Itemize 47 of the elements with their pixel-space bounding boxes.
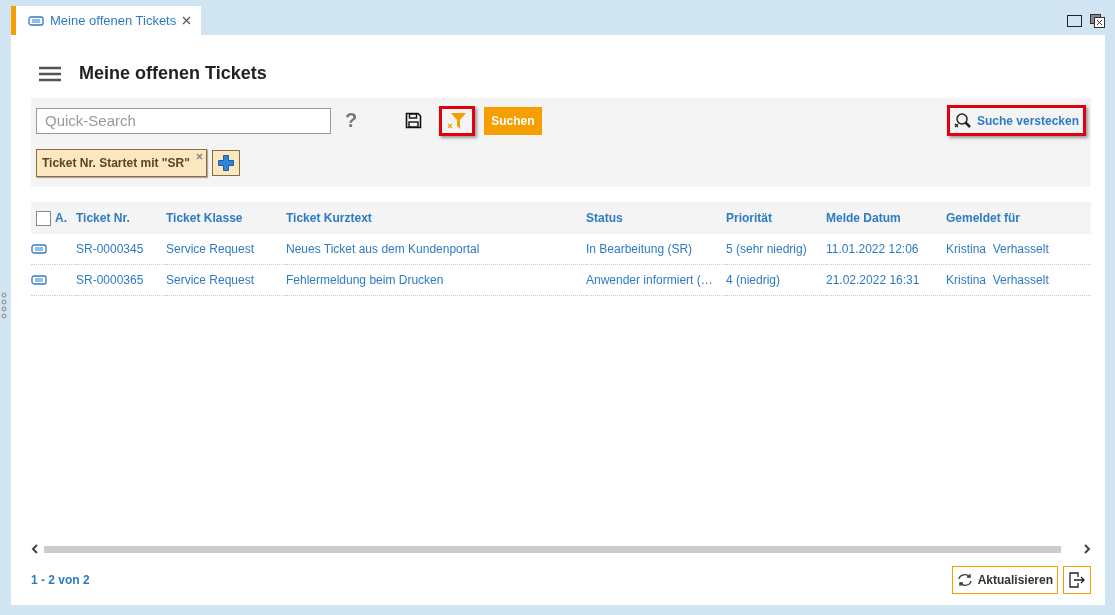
quick-search-field[interactable]: Quick-Search [36,107,331,134]
table-cell: Kristina Verhasselt [946,273,1049,287]
select-all-checkbox[interactable] [36,210,51,226]
search-remove-icon [953,112,972,129]
ticket-icon [28,15,44,26]
table-cell: 5 (sehr niedrig) [726,242,807,256]
clear-filter-button[interactable] [439,105,476,136]
table-cell: 21.02.2022 16:31 [826,273,920,287]
column-header[interactable]: Status [586,211,623,225]
save-icon [405,112,423,129]
table-cell: SR-0000345 [76,242,144,256]
resize-handle-icon[interactable] [1,292,7,320]
plus-icon [217,155,234,171]
close-icon[interactable] [182,16,192,25]
table-cell: 4 (niedrig) [726,273,781,287]
help-text[interactable]: ? [345,109,358,132]
maximize-icon[interactable] [1067,14,1082,27]
table-cell: In Bearbeitung (SR) [586,242,693,256]
horizontal-scrollbar[interactable] [44,545,1061,553]
menu-icon[interactable] [39,65,61,82]
refresh-button[interactable]: Aktualisieren [951,566,1058,594]
restore-window-icon[interactable] [1090,13,1105,28]
column-header[interactable]: Ticket Kurztext [286,211,372,225]
exit-icon [1069,572,1085,588]
exit-button[interactable] [1063,566,1091,594]
table-cell: Neues Ticket aus dem Kundenportal [286,242,480,256]
table-cell: Service Request [166,242,255,256]
remove-filter-icon[interactable] [195,153,203,160]
table-cell: Fehlermeldung beim Drucken [286,273,444,287]
table-cell: 11.01.2022 12:06 [826,242,919,256]
filter-icon [447,111,468,130]
add-filter-button[interactable] [211,150,240,176]
page-title: Meine offenen Tickets [79,63,267,84]
scroll-left-icon[interactable] [31,544,38,554]
table-cell: Anwender informiert (… [586,273,713,287]
refresh-icon [956,573,973,587]
table-cell: Kristina Verhasselt [946,242,1049,256]
filter-chip[interactable]: Ticket Nr. Startet mit "SR" [36,149,207,177]
tab[interactable]: Meine offenen Tickets [11,6,202,35]
table-cell: SR-0000365 [76,273,144,287]
hide-search-link[interactable]: Suche verstecken [946,105,1086,136]
search-button[interactable]: Suchen [484,106,542,135]
table-cell: Service Request [166,273,255,287]
record-count: 1 - 2 von 2 [31,573,90,587]
tab-label: Meine offenen Tickets [50,13,177,28]
ticket-icon [31,275,47,285]
ticket-icon [31,244,47,254]
